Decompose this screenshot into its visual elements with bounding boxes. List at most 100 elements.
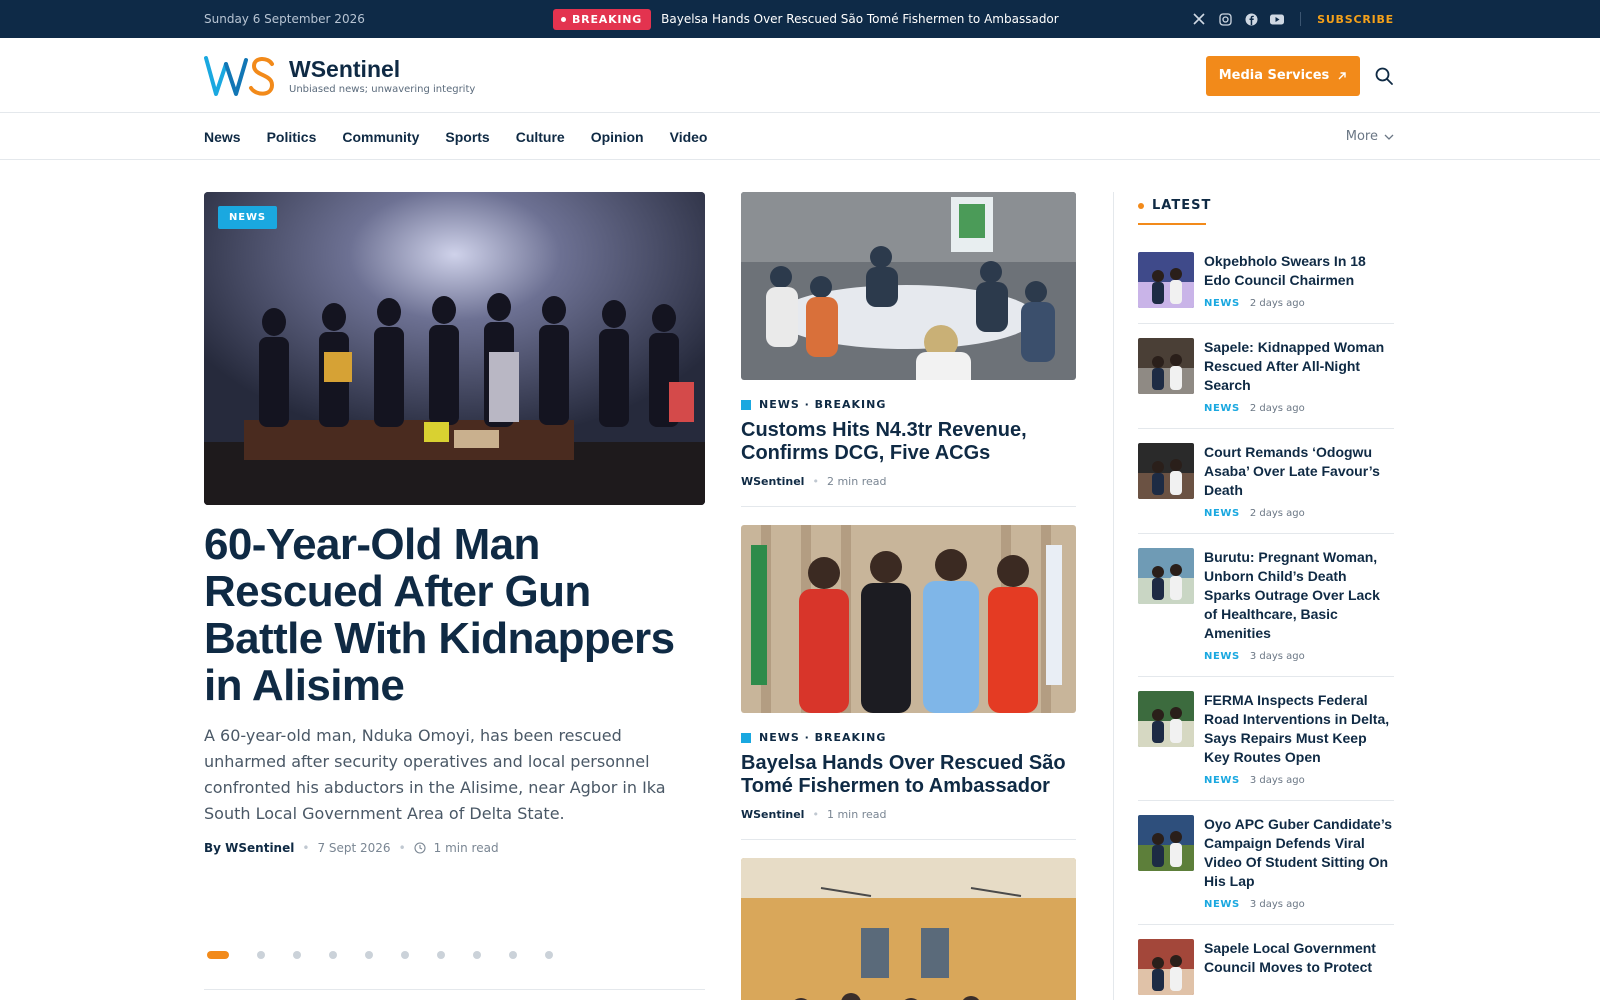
story-category[interactable]: NEWS · BREAKING	[741, 398, 1076, 411]
heading-dot-icon	[1138, 202, 1144, 209]
author-link[interactable]: WSentinel	[741, 475, 804, 488]
latest-item-thumbnail[interactable]	[1138, 443, 1194, 499]
latest-item-thumbnail[interactable]	[1138, 691, 1194, 747]
latest-item-title[interactable]: Oyo APC Guber Candidate’s Campaign Defen…	[1204, 815, 1394, 891]
column-divider	[1113, 192, 1114, 1000]
latest-heading: LATEST	[1138, 198, 1394, 213]
nav-item-culture[interactable]: Culture	[516, 129, 565, 145]
nav-item-community[interactable]: Community	[342, 129, 419, 145]
nav-item-video[interactable]: Video	[670, 129, 708, 145]
facebook-icon[interactable]	[1244, 12, 1258, 26]
latest-item-meta: NEWS 2 days ago	[1204, 508, 1394, 519]
story-meta: WSentinel • 1 min read	[741, 808, 1076, 821]
latest-item-category[interactable]: NEWS	[1204, 899, 1240, 910]
latest-item-category[interactable]: NEWS	[1204, 298, 1240, 309]
latest-item-title[interactable]: Court Remands ‘Odogwu Asaba’ Over Late F…	[1204, 443, 1394, 500]
read-time: 1 min read	[433, 841, 499, 855]
slide-dot[interactable]	[365, 951, 373, 959]
latest-item[interactable]: Oyo APC Guber Candidate’s Campaign Defen…	[1138, 815, 1394, 925]
latest-item-thumbnail[interactable]	[1138, 548, 1194, 604]
latest-item-category[interactable]: NEWS	[1204, 403, 1240, 414]
meta-separator: •	[812, 808, 819, 821]
slide-dot[interactable]	[509, 951, 517, 959]
site-header: WSentinel Unbiased news; unwavering inte…	[0, 38, 1600, 113]
breaking-dot-icon	[561, 16, 566, 22]
latest-item-thumbnail[interactable]	[1138, 939, 1194, 995]
latest-item-meta: NEWS 2 days ago	[1204, 298, 1394, 309]
latest-item-title[interactable]: FERMA Inspects Federal Road Intervention…	[1204, 691, 1394, 767]
latest-item[interactable]: Sapele: Kidnapped Woman Rescued After Al…	[1138, 338, 1394, 429]
nav-item-sports[interactable]: Sports	[445, 129, 489, 145]
story-meta: WSentinel • 2 min read	[741, 475, 1076, 488]
latest-item-category[interactable]: NEWS	[1204, 775, 1240, 786]
top-bar: Sunday 6 September 2026 BREAKING Bayelsa…	[0, 0, 1600, 38]
divider	[741, 839, 1076, 840]
chevron-down-icon	[1384, 134, 1394, 140]
story-image[interactable]	[741, 192, 1076, 380]
latest-item-title[interactable]: Burutu: Pregnant Woman, Unborn Child’s D…	[1204, 548, 1394, 643]
latest-item-title[interactable]: Sapele Local Government Council Moves to…	[1204, 939, 1394, 977]
story-title[interactable]: Bayelsa Hands Over Rescued São Tomé Fish…	[741, 752, 1076, 798]
hall-photo	[741, 858, 1076, 1000]
nav-more-dropdown[interactable]: More	[1346, 129, 1394, 144]
latest-item-title[interactable]: Okpebholo Swears In 18 Edo Council Chair…	[1204, 252, 1394, 290]
ws-logo[interactable]	[204, 54, 276, 98]
category-square-icon	[741, 399, 751, 410]
latest-item-thumbnail[interactable]	[1138, 338, 1194, 394]
handover-photo	[741, 525, 1076, 713]
category-badge[interactable]: NEWS	[218, 206, 278, 229]
slide-dot[interactable]	[257, 951, 265, 959]
media-services-label: Media Services	[1218, 68, 1330, 83]
meta-separator: •	[398, 841, 406, 855]
nav-item-opinion[interactable]: Opinion	[591, 129, 644, 145]
latest-item-time: 3 days ago	[1249, 775, 1305, 786]
story-card: NEWS · BREAKING Customs Hits N4.3tr Reve…	[741, 192, 1076, 507]
lead-story-title[interactable]: 60-Year-Old Man Rescued After Gun Battle…	[204, 521, 705, 709]
latest-item-thumbnail[interactable]	[1138, 252, 1194, 308]
story-card	[741, 858, 1076, 1000]
brand-tagline: Unbiased news; unwavering integrity	[289, 84, 476, 95]
latest-item[interactable]: FERMA Inspects Federal Road Intervention…	[1138, 691, 1394, 801]
subscribe-link[interactable]: SUBSCRIBE	[1317, 13, 1394, 26]
media-services-button[interactable]: Media Services	[1206, 55, 1360, 96]
latest-item-thumbnail[interactable]	[1138, 815, 1194, 871]
slide-dot[interactable]	[545, 951, 553, 959]
breaking-headline[interactable]: Bayelsa Hands Over Rescued São Tomé Fish…	[661, 12, 1059, 26]
x-icon[interactable]	[1192, 12, 1206, 26]
latest-item-category[interactable]: NEWS	[1204, 651, 1240, 662]
latest-item[interactable]: Burutu: Pregnant Woman, Unborn Child’s D…	[1138, 548, 1394, 677]
story-category[interactable]: NEWS · BREAKING	[741, 731, 1076, 744]
latest-item[interactable]: Court Remands ‘Odogwu Asaba’ Over Late F…	[1138, 443, 1394, 534]
youtube-icon[interactable]	[1270, 12, 1285, 26]
latest-item-meta: NEWS 3 days ago	[1204, 899, 1394, 910]
slide-dot[interactable]	[207, 951, 229, 959]
author-link[interactable]: WSentinel	[741, 808, 804, 821]
lead-photo	[204, 192, 705, 505]
story-image[interactable]	[741, 525, 1076, 713]
lead-story-image[interactable]: NEWS	[204, 192, 705, 505]
author-link[interactable]: By WSentinel	[204, 841, 294, 855]
heading-underline	[1138, 223, 1206, 225]
slide-dot[interactable]	[437, 951, 445, 959]
latest-item[interactable]: Okpebholo Swears In 18 Edo Council Chair…	[1138, 252, 1394, 324]
lead-story-meta: By WSentinel • 7 Sept 2026 • 1 min read	[204, 841, 705, 855]
slide-dot[interactable]	[329, 951, 337, 959]
latest-item-time: 2 days ago	[1249, 403, 1305, 414]
breaking-ticker[interactable]: BREAKING Bayelsa Hands Over Rescued São …	[553, 8, 1059, 30]
slide-dot[interactable]	[293, 951, 301, 959]
category-square-icon	[741, 732, 751, 743]
story-image[interactable]	[741, 858, 1076, 1000]
nav-item-news[interactable]: News	[204, 129, 241, 145]
search-icon[interactable]	[1374, 66, 1394, 86]
slide-dot[interactable]	[401, 951, 409, 959]
latest-item-category[interactable]: NEWS	[1204, 508, 1240, 519]
nav-item-politics[interactable]: Politics	[267, 129, 317, 145]
story-title[interactable]: Customs Hits N4.3tr Revenue, Confirms DC…	[741, 419, 1076, 465]
instagram-icon[interactable]	[1218, 12, 1232, 26]
slide-dot[interactable]	[473, 951, 481, 959]
arrow-up-right-icon	[1338, 71, 1346, 79]
latest-item[interactable]: Sapele Local Government Council Moves to…	[1138, 939, 1394, 1000]
meeting-photo	[741, 192, 1076, 380]
latest-item-title[interactable]: Sapele: Kidnapped Woman Rescued After Al…	[1204, 338, 1394, 395]
brand-name[interactable]: WSentinel	[289, 56, 475, 82]
